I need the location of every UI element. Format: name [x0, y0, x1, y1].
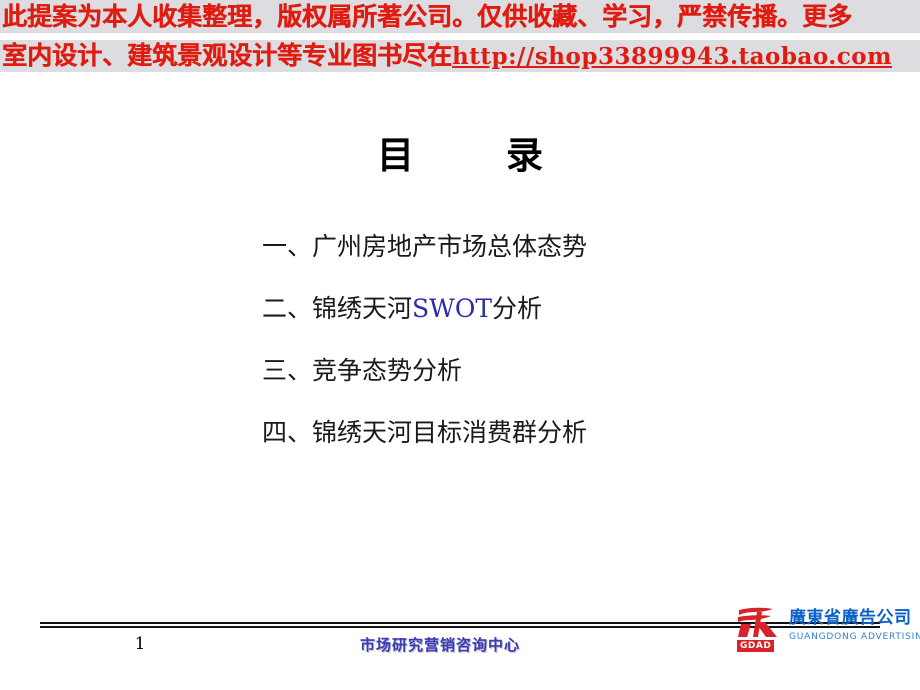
toc-item-number: 三、: [262, 356, 313, 385]
toc-item-label: 锦绣天河: [312, 294, 413, 323]
footer-center-text: 市场研究营销咨询中心: [359, 636, 520, 654]
toc-item-label: 竞争态势分析: [312, 356, 463, 385]
toc-item-number: 四、: [262, 418, 313, 447]
toc-item-label: 广州房地产市场总体态势: [312, 232, 588, 261]
watermark-banner: 此提案为本人收集整理，版权属所著公司。仅供收藏、学习，严禁传播。更多 室内设计、…: [0, 0, 920, 72]
toc-item-number: 一、: [262, 232, 313, 261]
gdad-logo-mark-icon: [738, 607, 777, 637]
page-title: 目录: [0, 125, 920, 179]
list-item[interactable]: 三、竞争态势分析: [262, 356, 862, 385]
logo-chinese-name: 廣東省廣告公司: [789, 608, 912, 628]
toc-item-number: 二、: [262, 294, 313, 323]
table-of-contents-list: 一、广州房地产市场总体态势 二、锦绣天河SWOT分析 三、竞争态势分析 四、锦绣…: [262, 232, 862, 480]
logo-abbrev: GDAD: [737, 640, 775, 652]
toc-item-label: 锦绣天河目标消费群分析: [312, 418, 588, 447]
toc-item-highlight: SWOT: [412, 294, 493, 323]
watermark-line-1-text: 此提案为本人收集整理，版权属所著公司。仅供收藏、学习，严禁传播。更多: [2, 2, 853, 31]
watermark-line-2: 室内设计、建筑景观设计等专业图书尽在 http://shop33899943.t…: [0, 40, 920, 72]
page-number: 1: [134, 634, 146, 654]
logo-english-name: GUANGDONG ADVERTISING CORP: [789, 632, 920, 642]
watermark-line-1: 此提案为本人收集整理，版权属所著公司。仅供收藏、学习，严禁传播。更多: [0, 0, 920, 33]
watermark-shop-url[interactable]: http://shop33899943.taobao.com: [452, 43, 892, 70]
list-item[interactable]: 二、锦绣天河SWOT分析: [262, 294, 862, 323]
list-item[interactable]: 四、锦绣天河目标消费群分析: [262, 418, 862, 447]
page-title-char-1: 目: [377, 133, 414, 177]
presentation-slide: 此提案为本人收集整理，版权属所著公司。仅供收藏、学习，严禁传播。更多 室内设计、…: [0, 0, 920, 690]
page-title-char-2: 录: [506, 133, 543, 177]
company-logo: 廣東省廣告公司 GDAD GUANGDONG ADVERTISING CORP: [735, 606, 920, 656]
list-item[interactable]: 一、广州房地产市场总体态势: [262, 232, 862, 261]
toc-item-label-tail: 分析: [492, 294, 543, 323]
watermark-line-2-text: 室内设计、建筑景观设计等专业图书尽在: [2, 41, 453, 70]
